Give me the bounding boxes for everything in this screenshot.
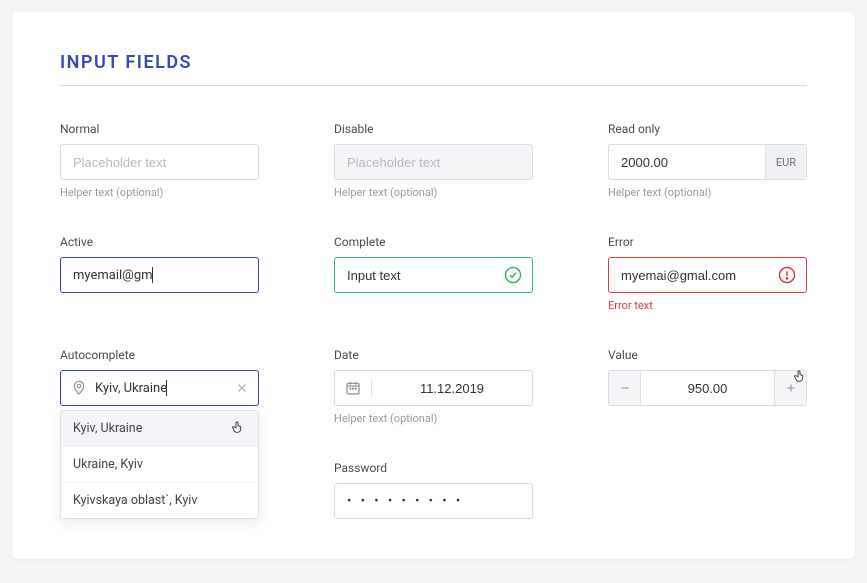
input-autocomplete-value: Kyiv, Ukraine <box>95 381 167 396</box>
label-active: Active <box>60 235 259 249</box>
location-pin-icon <box>61 380 95 396</box>
text-caret-auto <box>166 380 167 396</box>
currency-badge: EUR <box>765 145 806 179</box>
input-wrap-password[interactable]: • • • • • • • • • <box>334 483 533 519</box>
input-value[interactable] <box>641 371 774 405</box>
input-wrap-complete[interactable] <box>334 257 533 293</box>
input-disable <box>335 145 532 179</box>
field-value: Value <box>608 348 807 519</box>
input-wrap-error[interactable] <box>608 257 807 293</box>
label-value: Value <box>608 348 807 362</box>
helper-error: Error text <box>608 299 807 312</box>
hand-cursor-icon-plus <box>792 367 808 389</box>
field-complete: Complete <box>334 235 533 312</box>
label-disable: Disable <box>334 122 533 136</box>
input-wrap-value[interactable] <box>608 370 807 406</box>
input-complete[interactable] <box>335 258 532 292</box>
field-date-col: Date Helper text (optional) Password • •… <box>334 348 533 519</box>
helper-normal: Helper text (optional) <box>60 186 259 199</box>
input-wrap-autocomplete[interactable]: Kyiv, Ukraine <box>60 370 259 406</box>
alert-circle-icon <box>778 266 796 284</box>
field-autocomplete: Autocomplete Kyiv, Ukraine Kyiv, Ukra <box>60 348 259 519</box>
input-wrap-date[interactable] <box>334 370 533 406</box>
input-readonly <box>609 145 765 179</box>
label-autocomplete: Autocomplete <box>60 348 259 362</box>
label-complete: Complete <box>334 235 533 249</box>
input-error[interactable] <box>609 258 806 292</box>
label-readonly: Read only <box>608 122 807 136</box>
fields-grid: Normal Helper text (optional) Disable He… <box>60 122 807 519</box>
label-password: Password <box>334 461 533 475</box>
label-error: Error <box>608 235 807 249</box>
field-readonly: Read only EUR Helper text (optional) <box>608 122 807 199</box>
helper-disable: Helper text (optional) <box>334 186 533 199</box>
check-circle-icon <box>504 266 522 284</box>
label-date: Date <box>334 348 533 362</box>
field-disable: Disable Helper text (optional) <box>334 122 533 199</box>
input-active-value: myemail@gm <box>73 268 153 283</box>
page-title: INPUT FIELDS <box>60 52 807 86</box>
hand-cursor-icon <box>230 418 246 440</box>
helper-date: Helper text (optional) <box>334 412 533 425</box>
autocomplete-dropdown: Kyiv, Ukraine Ukraine, Kyiv Kyivskaya ob… <box>60 410 259 519</box>
field-active: Active myemail@gm <box>60 235 259 312</box>
input-normal[interactable] <box>61 145 258 179</box>
field-error: Error Error text <box>608 235 807 312</box>
stepper-plus-button[interactable] <box>774 371 806 405</box>
text-caret <box>152 267 153 283</box>
dropdown-option-2[interactable]: Kyivskaya oblast`, Kyiv <box>61 483 258 518</box>
dropdown-option-1[interactable]: Ukraine, Kyiv <box>61 447 258 483</box>
input-wrap-normal[interactable] <box>60 144 259 180</box>
password-mask: • • • • • • • • • <box>335 484 475 518</box>
field-normal: Normal Helper text (optional) <box>60 122 259 199</box>
helper-readonly: Helper text (optional) <box>608 186 807 199</box>
dropdown-option-0[interactable]: Kyiv, Ukraine <box>61 411 258 447</box>
stepper-minus-button[interactable] <box>609 371 641 405</box>
label-normal: Normal <box>60 122 259 136</box>
input-wrap-readonly: EUR <box>608 144 807 180</box>
form-card: INPUT FIELDS Normal Helper text (optiona… <box>12 12 855 559</box>
input-date[interactable] <box>372 371 532 405</box>
input-wrap-disable <box>334 144 533 180</box>
input-wrap-active[interactable]: myemail@gm <box>60 257 259 293</box>
calendar-icon[interactable] <box>335 380 372 396</box>
clear-icon[interactable] <box>226 382 258 394</box>
